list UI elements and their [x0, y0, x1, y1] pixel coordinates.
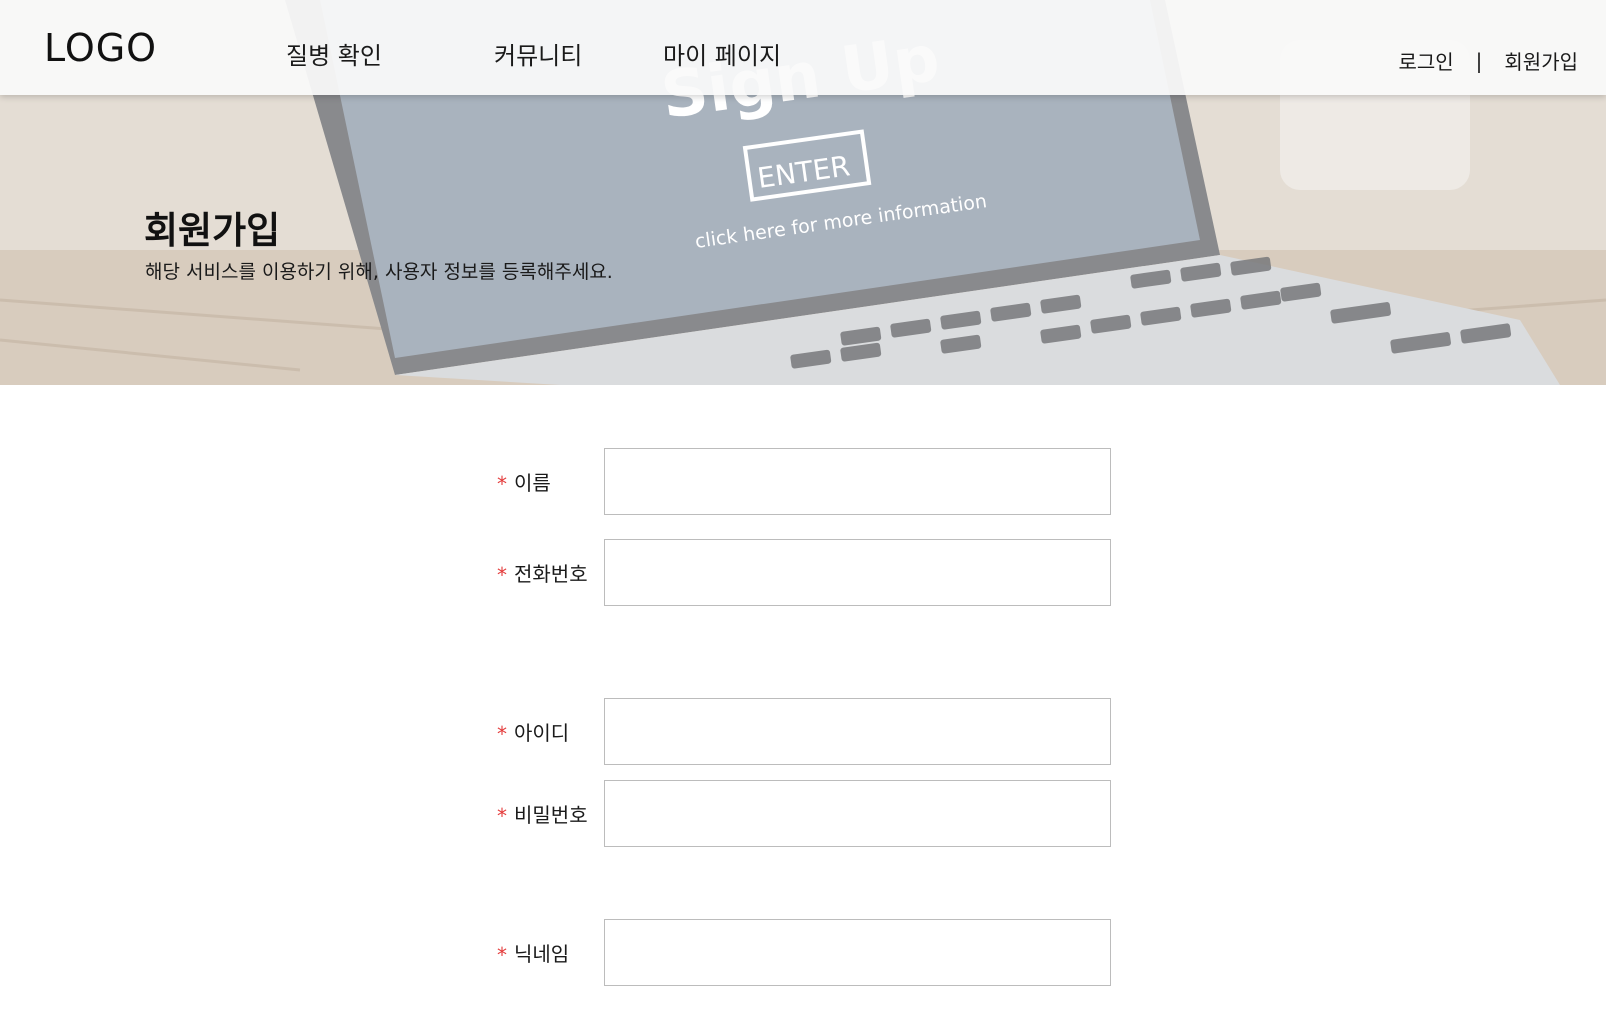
form-row-id: * 아이디: [497, 698, 1111, 765]
nickname-input[interactable]: [604, 919, 1111, 986]
name-label-text: 이름: [514, 471, 551, 495]
form-row-password: * 비밀번호: [497, 780, 1111, 847]
form-row-name: * 이름: [497, 448, 1111, 515]
password-label-text: 비밀번호: [514, 803, 588, 827]
signup-link[interactable]: 회원가입: [1504, 46, 1578, 75]
page-title: 회원가입: [144, 209, 281, 252]
phone-label: * 전화번호: [497, 558, 604, 587]
id-label-text: 아이디: [514, 721, 570, 745]
required-mark: *: [497, 721, 507, 746]
form-row-nickname: * 닉네임: [497, 919, 1111, 986]
password-label: * 비밀번호: [497, 799, 604, 828]
page-subtitle: 해당 서비스를 이용하기 위해, 사용자 정보를 등록해주세요.: [145, 261, 613, 283]
name-input[interactable]: [604, 448, 1111, 515]
required-mark: *: [497, 562, 507, 587]
nav-disease-check[interactable]: 질병 확인: [286, 36, 382, 71]
required-mark: *: [497, 942, 507, 967]
logo[interactable]: LOGO: [44, 26, 157, 70]
password-input[interactable]: [604, 780, 1111, 847]
auth-links: 로그인 | 회원가입: [1398, 46, 1578, 75]
form-row-phone: * 전화번호: [497, 539, 1111, 606]
name-label: * 이름: [497, 467, 604, 496]
nav-my-page[interactable]: 마이 페이지: [663, 36, 781, 71]
phone-input[interactable]: [604, 539, 1111, 606]
id-input[interactable]: [604, 698, 1111, 765]
top-nav-bar: LOGO 질병 확인 커뮤니티 마이 페이지 로그인 | 회원가입: [0, 0, 1606, 95]
required-mark: *: [497, 471, 507, 496]
id-label: * 아이디: [497, 717, 604, 746]
phone-label-text: 전화번호: [514, 562, 588, 586]
nav-community[interactable]: 커뮤니티: [494, 36, 582, 71]
auth-separator: |: [1475, 48, 1483, 73]
nickname-label: * 닉네임: [497, 938, 604, 967]
nickname-label-text: 닉네임: [514, 942, 570, 966]
required-mark: *: [497, 803, 507, 828]
login-link[interactable]: 로그인: [1398, 46, 1453, 75]
